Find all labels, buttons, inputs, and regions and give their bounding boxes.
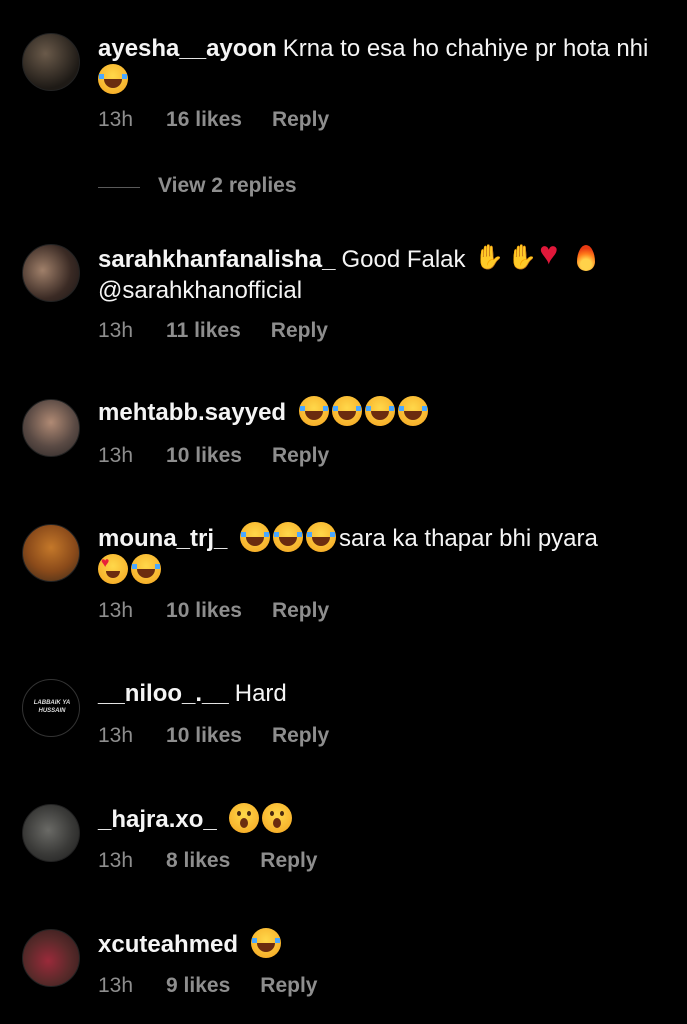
comment-time: 13h [98, 108, 134, 131]
avatar[interactable] [22, 524, 80, 582]
replies-divider: View 2 replies [98, 174, 297, 197]
comment-text: __niloo_.__ Hard [98, 678, 673, 709]
likes-count[interactable]: 10 likes [166, 599, 242, 622]
laugh-emoji [298, 396, 329, 426]
comment-meta: 13h 10 likes Reply [98, 724, 359, 748]
likes-count[interactable]: 10 likes [166, 444, 242, 467]
comment-text: _hajra.xo_ [98, 803, 673, 835]
reply-button[interactable]: Reply [271, 319, 328, 342]
heart-eyes-emoji [98, 554, 128, 584]
likes-count[interactable]: 9 likes [166, 974, 230, 997]
comment-username[interactable]: _hajra.xo_ [98, 806, 217, 833]
laugh-emoji [397, 396, 428, 426]
view-replies-button[interactable]: View 2 replies [158, 174, 297, 198]
comment-username[interactable]: mehtabb.sayyed [98, 399, 286, 426]
comment-username[interactable]: xcuteahmed [98, 931, 238, 958]
avatar-logo: LABBAIK YA HUSSAIN [33, 700, 71, 714]
likes-count[interactable]: 8 likes [166, 849, 230, 872]
comment-text: sarahkhanfanalisha_Good Falak @sarahkhan… [98, 238, 673, 306]
comment-time: 13h [98, 319, 134, 342]
comment-username[interactable]: sarahkhanfanalisha_ [98, 246, 335, 273]
comment-body: sara ka thapar bhi pyara [339, 525, 598, 552]
laugh-emoji [364, 396, 395, 426]
reply-button[interactable]: Reply [260, 849, 317, 872]
laugh-emoji [131, 554, 161, 584]
comment-text: xcuteahmed [98, 928, 673, 960]
clap-emoji [472, 242, 504, 273]
avatar[interactable] [22, 244, 80, 302]
comment-body: Good Falak [341, 246, 466, 273]
laugh-emoji [273, 522, 304, 552]
likes-count[interactable]: 10 likes [166, 724, 242, 747]
reply-button[interactable]: Reply [272, 724, 329, 747]
comment-meta: 13h 10 likes Reply [98, 599, 359, 623]
surprised-emoji [229, 803, 260, 833]
comment-time: 13h [98, 444, 134, 467]
laugh-emoji [240, 522, 271, 552]
reply-button[interactable]: Reply [260, 974, 317, 997]
comment-meta: 13h 11 likes Reply [98, 319, 358, 343]
laugh-emoji [306, 522, 337, 552]
surprised-emoji [262, 803, 293, 833]
comment-username[interactable]: __niloo_.__ [98, 680, 229, 707]
comment-text: ayesha__ayoon Krna to esa ho chahiye pr h… [98, 33, 673, 96]
laugh-emoji [98, 64, 128, 94]
likes-count[interactable]: 16 likes [166, 108, 242, 131]
comment-time: 13h [98, 599, 134, 622]
avatar[interactable] [22, 929, 80, 987]
mention-link[interactable]: @sarahkhanofficial [98, 277, 302, 304]
comment-text: mouna_trj_ sara ka thapar bhi pyara [98, 522, 673, 586]
comment-time: 13h [98, 849, 134, 872]
comment-meta: 13h 8 likes Reply [98, 849, 347, 873]
avatar[interactable] [22, 804, 80, 862]
laugh-emoji [250, 928, 281, 958]
avatar[interactable] [22, 399, 80, 457]
comment-username[interactable]: mouna_trj_ [98, 525, 227, 552]
comment-body: Hard [234, 680, 287, 707]
avatar[interactable] [22, 33, 80, 91]
comment-username[interactable]: ayesha__ayoon [98, 35, 277, 62]
comment-time: 13h [98, 974, 134, 997]
comment-text: mehtabb.sayyed [98, 396, 673, 428]
reply-button[interactable]: Reply [272, 599, 329, 622]
comment-meta: 13h 16 likes Reply [98, 108, 359, 132]
fire-emoji [571, 243, 601, 273]
comment-body: Krna to esa ho chahiye pr hota nhi [282, 35, 649, 62]
reply-button[interactable]: Reply [272, 444, 329, 467]
heart-emoji [538, 238, 568, 273]
laugh-emoji [331, 396, 362, 426]
reply-button[interactable]: Reply [272, 108, 329, 131]
raised-hands-emoji [505, 242, 537, 273]
comment-meta: 13h 9 likes Reply [98, 974, 347, 998]
comment-time: 13h [98, 724, 134, 747]
likes-count[interactable]: 11 likes [166, 319, 241, 342]
comment-meta: 13h 10 likes Reply [98, 444, 359, 468]
avatar[interactable]: LABBAIK YA HUSSAIN [22, 679, 80, 737]
